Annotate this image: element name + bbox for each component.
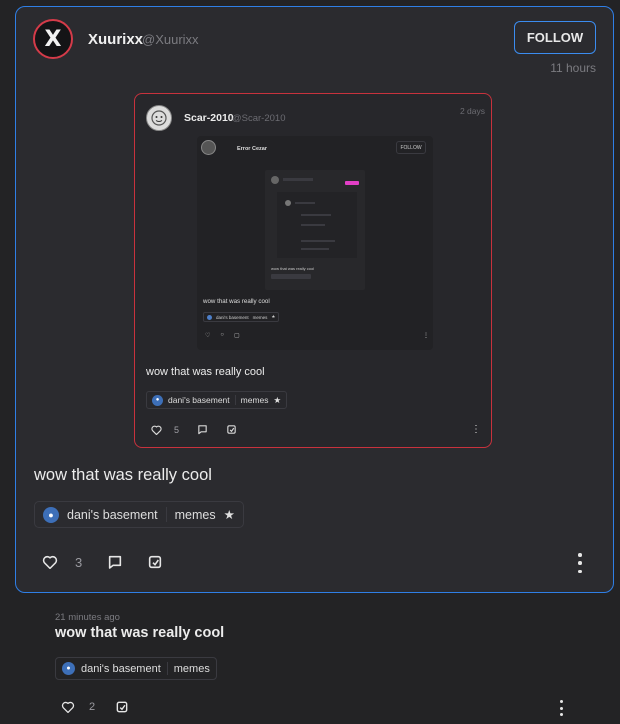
reply-community-tag[interactable]: dani's basement	[81, 663, 161, 675]
quoted-actions: 5	[151, 424, 237, 435]
star-icon: ★	[223, 508, 235, 522]
embedded-avatar	[201, 140, 216, 155]
author-handle: @Xuurixx	[142, 32, 199, 47]
embedded-author-name: Error Cezar	[237, 146, 267, 152]
share-button[interactable]	[147, 554, 163, 570]
embedded-actions: ♡ ○ ▢	[205, 332, 240, 339]
reply-more-vertical-icon[interactable]	[556, 700, 566, 716]
community-icon: ●	[43, 506, 59, 523]
embedded-screenshot[interactable]: Error Cezar FOLLOW wow that was really c…	[197, 136, 433, 350]
embedded-more-icon: ⋮	[423, 333, 429, 339]
reply-like-button[interactable]	[61, 701, 75, 713]
quoted-author-avatar[interactable]	[146, 105, 172, 131]
post-card[interactable]: X Xuurixx @Xuurixx FOLLOW 11 hours Scar-…	[15, 6, 614, 593]
star-icon: ★	[273, 394, 282, 405]
like-count: 3	[75, 554, 83, 570]
quoted-timestamp: 2 days	[459, 106, 485, 116]
quoted-author-name[interactable]: Scar-2010	[184, 112, 234, 124]
post-tags: ● dani's basement memes ★	[34, 501, 244, 528]
quoted-share-button[interactable]	[226, 424, 237, 435]
embedded-inner-caption: wow that was really cool	[271, 266, 315, 271]
quoted-like-count: 5	[174, 424, 180, 435]
embedded-pink-button	[345, 181, 359, 185]
quoted-body: wow that was really cool	[146, 366, 265, 378]
reply-topic-tag[interactable]: memes	[174, 663, 210, 675]
community-icon: ●	[62, 662, 75, 675]
reply-tags: ● dani's basement memes	[55, 657, 217, 680]
quoted-comment-button[interactable]	[197, 424, 208, 435]
embedded-tags: dani's basement memes ★	[203, 312, 280, 322]
quoted-tags: ● dani's basement memes ★	[146, 391, 288, 409]
author-name[interactable]: Xuurixx	[88, 31, 143, 48]
embedded-inner-post: wow that was really cool	[265, 170, 365, 290]
reply-body: wow that was really cool	[55, 625, 225, 641]
like-button[interactable]	[42, 555, 58, 569]
reply-actions: 2	[61, 700, 129, 714]
topic-tag[interactable]: memes	[175, 508, 216, 522]
reply-timestamp: 21 minutes ago	[55, 612, 120, 623]
reply-like-count: 2	[89, 701, 96, 713]
embedded-follow-button: FOLLOW	[396, 141, 426, 154]
avatar-letter: X	[44, 26, 62, 52]
quoted-post[interactable]: Scar-2010 @Scar-2010 2 days Error Cezar …	[134, 93, 492, 448]
community-tag[interactable]: dani's basement	[67, 508, 158, 522]
tag-divider	[165, 507, 167, 522]
follow-button[interactable]: FOLLOW	[514, 21, 596, 54]
reply-share-button[interactable]	[115, 700, 129, 714]
quoted-more-icon[interactable]: ⋮	[471, 424, 481, 435]
embedded-body: wow that was really cool	[203, 298, 270, 305]
comment-button[interactable]	[107, 554, 123, 570]
post-timestamp: 11 hours	[550, 61, 596, 75]
post-actions: 3	[42, 554, 163, 570]
community-icon: ●	[152, 394, 163, 406]
quoted-like-button[interactable]	[151, 425, 162, 435]
quoted-author-handle: @Scar-2010	[232, 113, 286, 124]
post-body: wow that was really cool	[34, 466, 212, 484]
author-avatar[interactable]: X	[33, 19, 73, 59]
more-vertical-icon[interactable]	[574, 553, 586, 573]
quoted-topic-tag[interactable]: memes	[241, 395, 269, 405]
quoted-community-tag[interactable]: dani's basement	[168, 395, 230, 405]
